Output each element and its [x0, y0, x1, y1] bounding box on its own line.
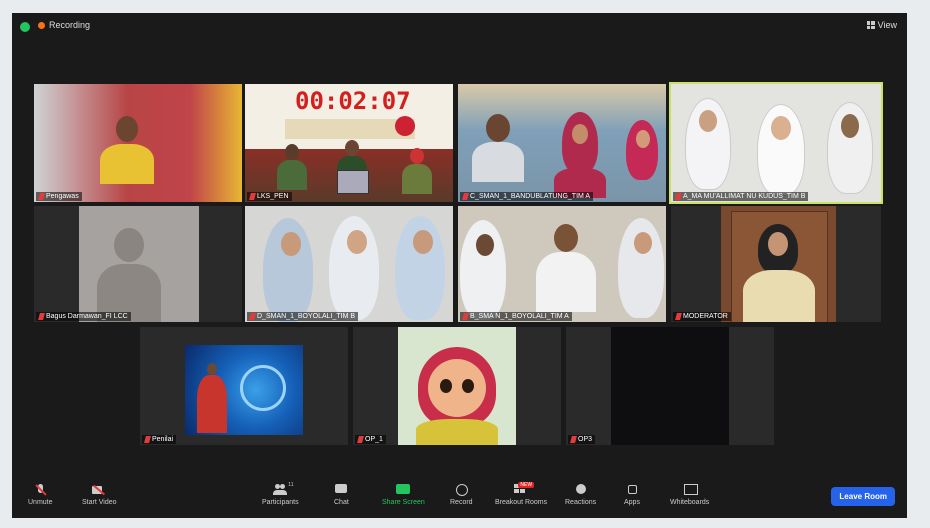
whiteboard-icon — [683, 484, 698, 496]
countdown-timer: 00:02:07 — [295, 87, 411, 115]
participant-name: OP_1 — [355, 435, 386, 444]
muted-mic-icon — [249, 193, 256, 200]
video-tile[interactable]: MODERATOR — [671, 206, 881, 322]
participant-name: MODERATOR — [673, 312, 731, 321]
record-button[interactable]: Record — [450, 484, 473, 506]
record-icon — [454, 484, 469, 496]
participants-count: 11 — [288, 482, 294, 488]
share-screen-button[interactable]: Share Screen — [382, 484, 425, 506]
participant-name: D_SMAN_1_BOYOLALI_TIM B — [247, 312, 359, 321]
muted-mic-icon — [38, 193, 45, 200]
chat-button[interactable]: Chat — [334, 484, 349, 506]
participant-name: Penilai — [142, 435, 177, 444]
top-bar: Recording View — [12, 13, 907, 41]
recording-icon — [38, 21, 45, 29]
start-video-button[interactable]: Start Video — [82, 484, 117, 506]
security-shield-icon[interactable] — [20, 22, 30, 32]
video-tile[interactable]: 00:02:07 LKS_PEN — [245, 84, 453, 202]
unmute-button[interactable]: Unmute — [28, 484, 53, 506]
video-tile[interactable]: B_SMA N_1_BOYOLALI_TIM A — [458, 206, 666, 322]
participants-icon: 11 — [273, 482, 293, 496]
participant-name: C_SMAN_1_BANDUBLATUNG_TIM A — [460, 192, 594, 201]
muted-mic-icon — [675, 193, 682, 200]
muted-mic-icon — [249, 313, 256, 320]
whiteboards-button[interactable]: Whiteboards — [670, 484, 709, 506]
participants-button[interactable]: 11 Participants — [262, 482, 299, 506]
participant-name: A_MA MU'ALLIMAT NU KUDUS_TIM B — [673, 192, 809, 201]
share-screen-icon — [396, 484, 411, 496]
view-label: View — [877, 20, 897, 30]
meeting-toolbar: Unmute Start Video 11 Participants Chat … — [12, 480, 907, 518]
muted-mic-icon — [570, 436, 577, 443]
video-tile[interactable]: Pengawas — [34, 84, 242, 202]
reactions-icon — [574, 484, 588, 496]
reactions-button[interactable]: Reactions — [565, 484, 596, 506]
muted-mic-icon — [357, 436, 364, 443]
video-tile[interactable]: D_SMAN_1_BOYOLALI_TIM B — [245, 206, 453, 322]
video-off-icon — [92, 484, 106, 496]
video-tile[interactable]: Penilai — [140, 327, 348, 445]
mic-muted-icon — [33, 484, 47, 496]
view-button[interactable]: View — [866, 20, 897, 30]
video-tile[interactable]: OP_1 — [353, 327, 561, 445]
apps-icon — [625, 484, 639, 496]
muted-mic-icon — [38, 313, 45, 320]
video-tile[interactable]: C_SMAN_1_BANDUBLATUNG_TIM A — [458, 84, 666, 202]
video-tile[interactable]: OP3 — [566, 327, 774, 445]
leave-room-button[interactable]: Leave Room — [831, 487, 895, 506]
recording-indicator[interactable]: Recording — [38, 20, 90, 30]
apps-button[interactable]: Apps — [624, 484, 640, 506]
muted-mic-icon — [462, 313, 469, 320]
participant-name: B_SMA N_1_BOYOLALI_TIM A — [460, 312, 572, 321]
muted-mic-icon — [462, 193, 469, 200]
chat-icon — [334, 484, 348, 496]
breakout-rooms-button[interactable]: NEW Breakout Rooms — [495, 482, 547, 506]
participant-name: Pengawas — [36, 192, 82, 201]
participant-name: Bagus Darmawan_FI LCC — [36, 312, 131, 321]
breakout-rooms-icon: NEW — [514, 482, 535, 496]
zoom-window: Recording View Pengawas 00:02:07 LKS_PEN… — [12, 13, 907, 518]
video-tile[interactable]: Bagus Darmawan_FI LCC — [34, 206, 242, 322]
muted-mic-icon — [675, 313, 682, 320]
new-badge: NEW — [518, 482, 535, 488]
video-tile-active-speaker[interactable]: A_MA MU'ALLIMAT NU KUDUS_TIM B — [669, 82, 883, 204]
muted-mic-icon — [144, 436, 151, 443]
participant-name: LKS_PEN — [247, 192, 292, 201]
grid-view-icon — [866, 21, 875, 29]
participant-name: OP3 — [568, 435, 596, 444]
recording-label: Recording — [49, 20, 91, 30]
